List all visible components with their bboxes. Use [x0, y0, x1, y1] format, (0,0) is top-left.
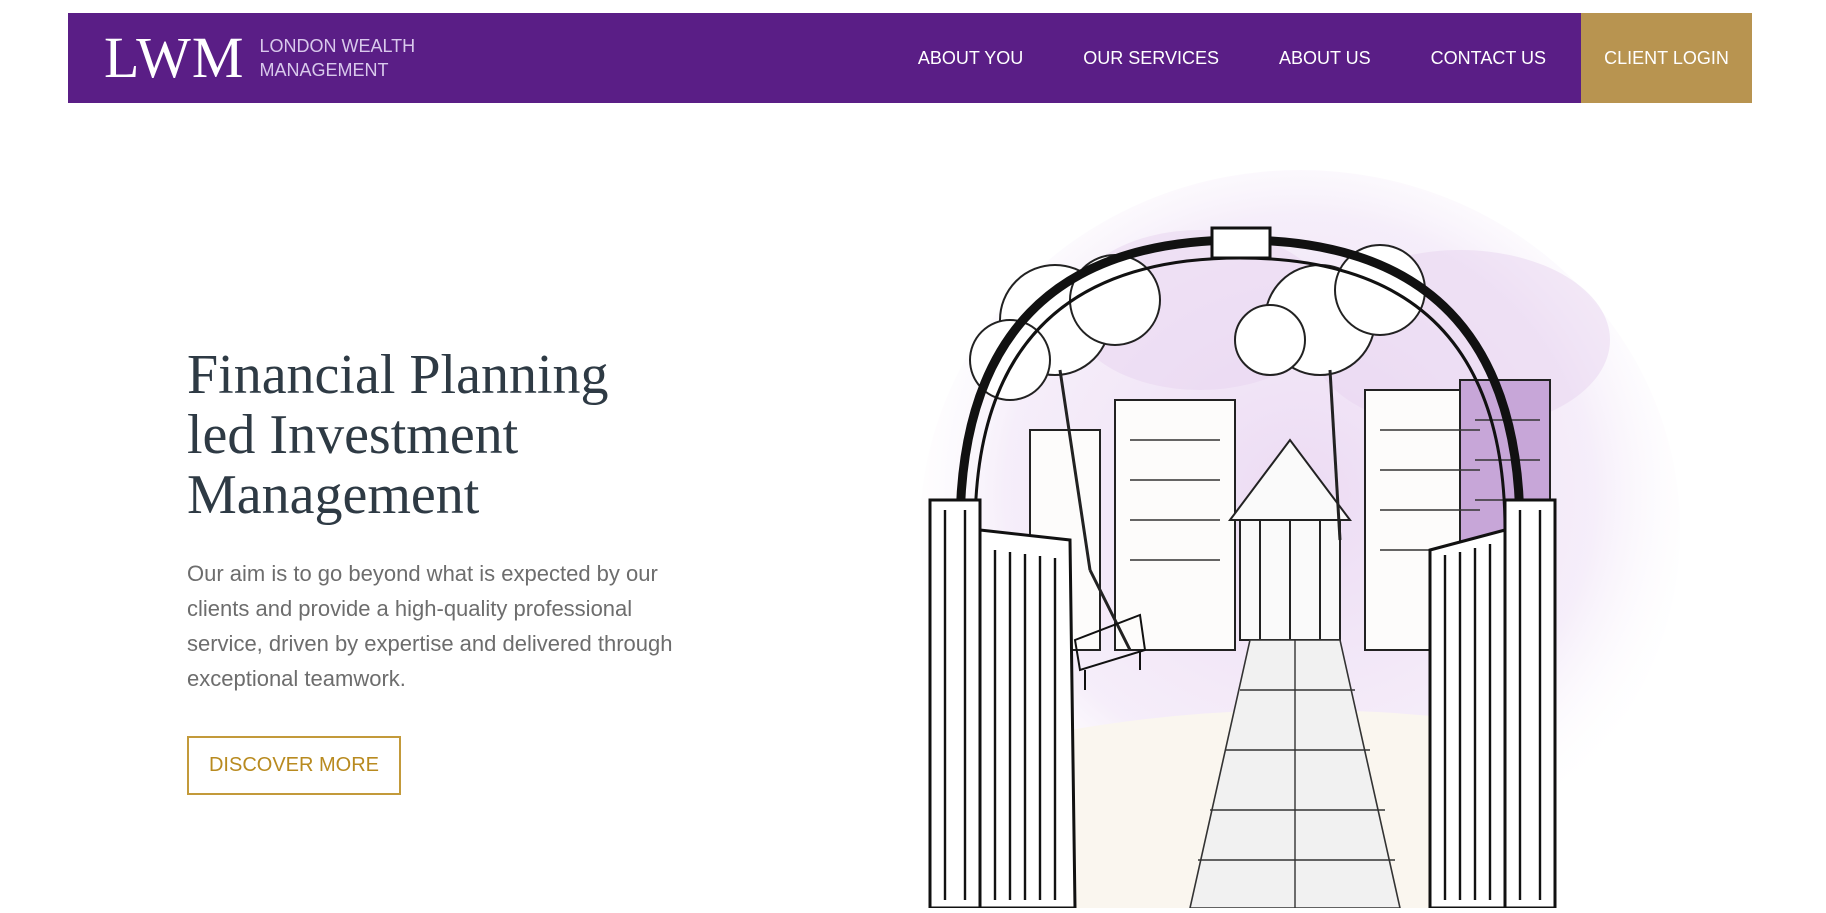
hero-title-line2: led Investment [187, 404, 519, 466]
nav-item-about-you[interactable]: ABOUT YOU [918, 48, 1023, 69]
logo-mark: LWM [104, 25, 245, 90]
client-login-button[interactable]: CLIENT LOGIN [1581, 13, 1752, 103]
main-menu: ABOUT YOU OUR SERVICES ABOUT US CONTACT … [858, 13, 1546, 103]
hero-title-line1: Financial Planning [187, 344, 609, 406]
hero-title-line3: Management [187, 464, 480, 526]
logo-wordmark-line1: LONDON WEALTH [259, 36, 416, 56]
top-navigation-bar: LWM LONDON WEALTH MANAGEMENT ABOUT YOU O… [68, 13, 1752, 103]
logo-wordmark: LONDON WEALTH MANAGEMENT [259, 34, 415, 82]
hero-description: Our aim is to go beyond what is expected… [187, 561, 673, 691]
site-logo[interactable]: LWM LONDON WEALTH MANAGEMENT [104, 27, 415, 89]
nav-item-about-us[interactable]: ABOUT US [1279, 48, 1371, 69]
garden-gate-illustration [900, 170, 1690, 910]
discover-more-button[interactable]: DISCOVER MORE [187, 736, 401, 795]
hero-title: Financial Planning led Investment Manage… [187, 345, 747, 525]
logo-wordmark-line2: MANAGEMENT [259, 60, 389, 80]
nav-item-our-services[interactable]: OUR SERVICES [1083, 48, 1219, 69]
nav-item-contact-us[interactable]: CONTACT US [1431, 48, 1546, 69]
